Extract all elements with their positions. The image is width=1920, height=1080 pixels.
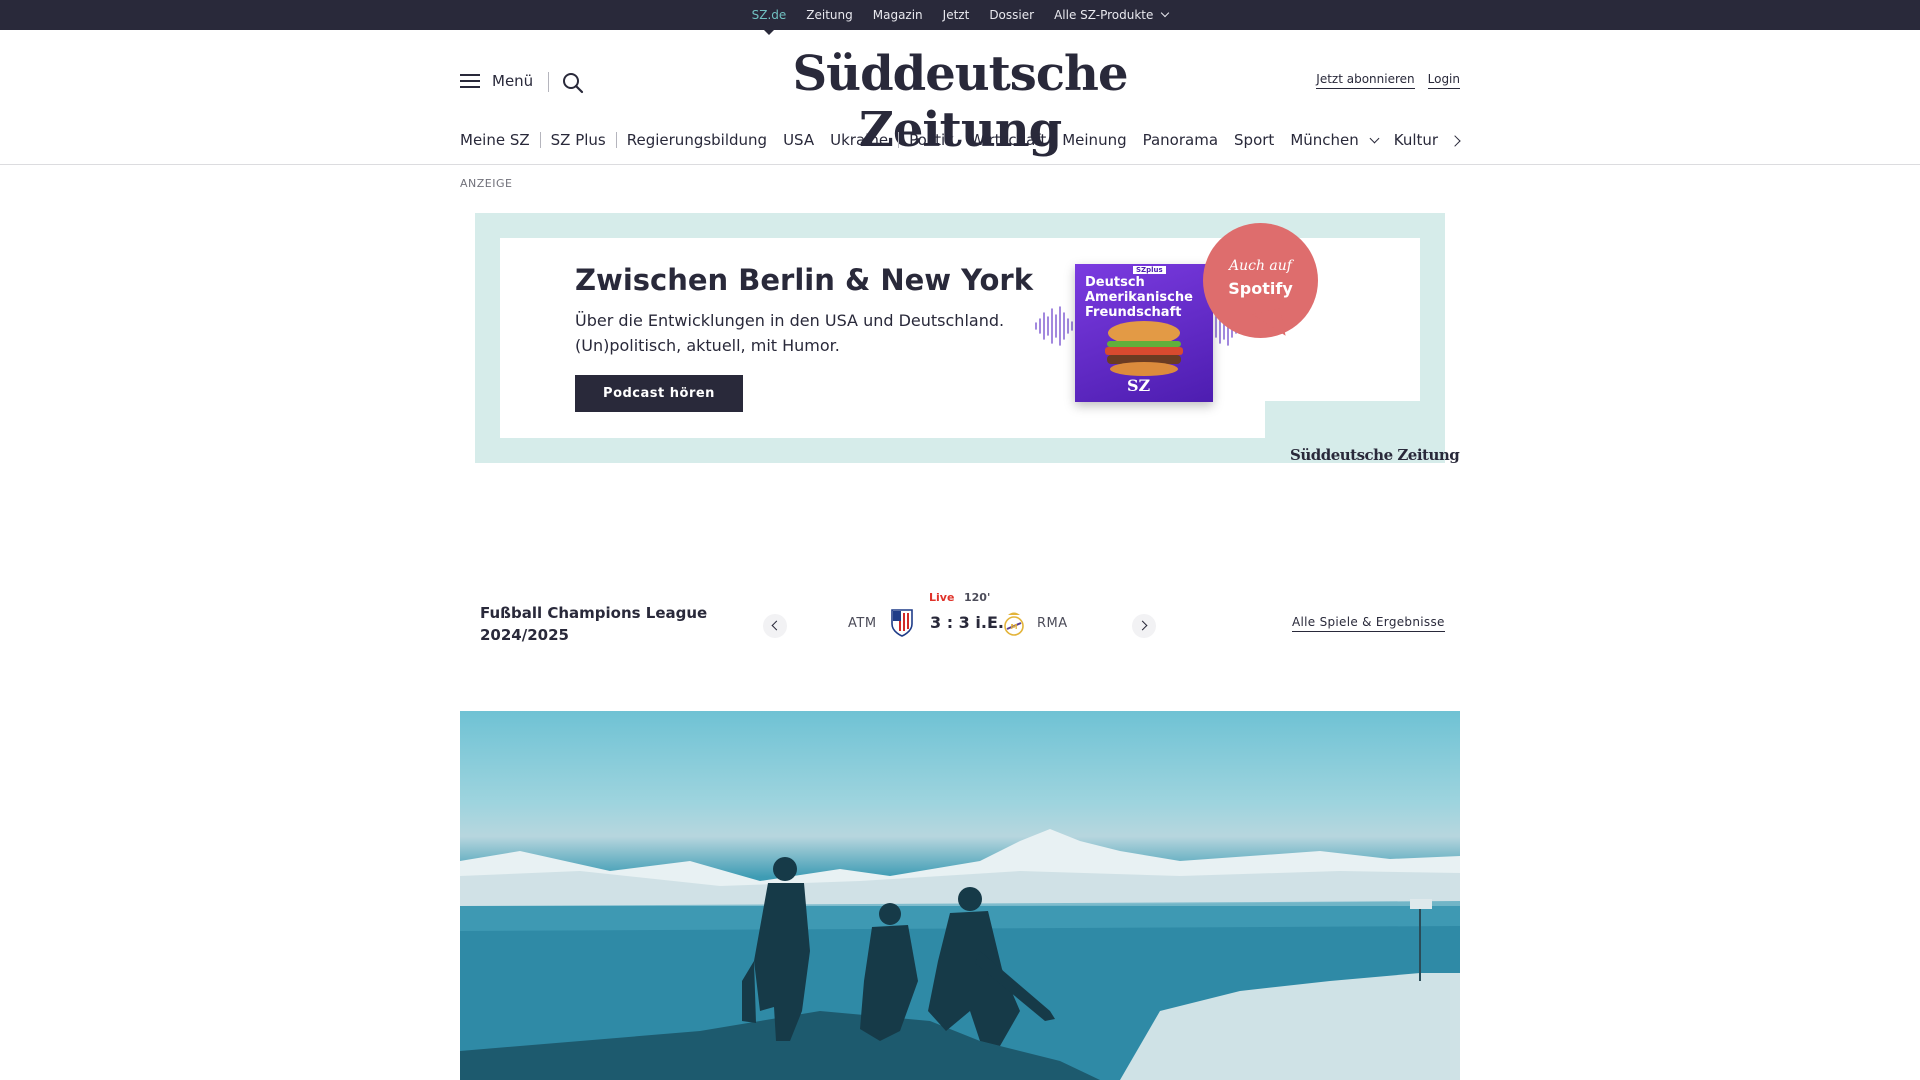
previous-match-button[interactable]	[763, 614, 787, 638]
cover-badge: SZplus	[1133, 266, 1166, 274]
nav-item-label: München	[1290, 131, 1359, 149]
ad-text: Über die Entwicklungen in den USA und De…	[575, 311, 1005, 355]
nav-item-usa[interactable]: USA	[783, 131, 814, 149]
topbar-item-jetzt[interactable]: Jetzt	[943, 0, 970, 30]
nav-item-kultur[interactable]: Kultur	[1394, 131, 1438, 149]
ad-content: Zwischen Berlin & New York Über die Entw…	[500, 223, 1460, 464]
soldiers-landscape-image	[460, 829, 1460, 1080]
league-title: Fußball Champions League 2024/2025	[480, 604, 708, 644]
topbar-item-label: Zeitung	[806, 8, 853, 22]
match-minute: 120'	[964, 591, 991, 604]
topbar-item-label: Alle SZ-Produkte	[1054, 8, 1154, 22]
nav-item-sport[interactable]: Sport	[1234, 131, 1274, 149]
nav-item-muenchen[interactable]: München	[1290, 131, 1380, 149]
chevron-down-icon	[1369, 133, 1380, 143]
nav-item-regierungsbildung[interactable]: Regierungsbildung	[627, 131, 767, 149]
site-header: Menü Süddeutsche Zeitung Jetzt abonniere…	[0, 30, 1920, 165]
nav-item-meinung[interactable]: Meinung	[1062, 131, 1126, 149]
section-nav: Meine SZ SZ Plus Regierungsbildung USA U…	[460, 129, 1438, 151]
burger-icon	[1105, 321, 1183, 376]
nav-item-panorama[interactable]: Panorama	[1143, 131, 1218, 149]
podcast-ad-banner[interactable]: Zwischen Berlin & New York Über die Entw…	[475, 213, 1460, 464]
away-team: RMA	[1037, 616, 1068, 631]
ad-label: ANZEIGE	[460, 177, 513, 190]
topbar-item-alle-sz-produkte[interactable]: Alle SZ-Produkte	[1054, 0, 1170, 30]
nav-divider	[898, 132, 900, 148]
hero-image[interactable]	[460, 711, 1460, 1080]
topbar-item-label: Magazin	[872, 8, 923, 22]
nav-divider	[615, 132, 617, 148]
spotify-badge-line2: Spotify	[1228, 279, 1293, 298]
menu-button[interactable]: Menü	[460, 72, 533, 90]
login-link[interactable]: Login	[1427, 72, 1460, 89]
nav-item-meine-sz[interactable]: Meine SZ	[460, 131, 530, 149]
nav-scroll-right-button[interactable]	[1450, 134, 1462, 148]
topbar-item-label: Dossier	[989, 8, 1035, 22]
hamburger-icon	[460, 74, 480, 88]
cover-logo: SZ	[1127, 376, 1151, 395]
topbar-item-label: SZ.de	[751, 8, 787, 22]
account-links: Jetzt abonnieren Login	[1316, 72, 1460, 89]
search-icon	[563, 73, 584, 94]
ad-corner	[1265, 401, 1445, 438]
nav-item-ukraine[interactable]: Ukraine	[830, 131, 888, 149]
match-result: 3 : 3 i.E.	[930, 613, 1004, 632]
topbar-item-sz-de[interactable]: SZ.de	[752, 0, 787, 30]
cover-title: Deutsch Amerikanische Freundschaft	[1085, 275, 1193, 320]
search-button[interactable]	[561, 71, 585, 95]
nav-item-politik[interactable]: Politik	[909, 131, 954, 149]
atletico-crest-icon	[891, 609, 913, 637]
menu-label: Menü	[492, 72, 534, 90]
top-bar: SZ.de Zeitung Magazin Jetzt Dossier Alle…	[0, 0, 1920, 30]
topbar-item-dossier[interactable]: Dossier	[989, 0, 1034, 30]
chevron-down-icon	[1161, 8, 1170, 18]
real-madrid-crest-icon: M	[1004, 612, 1024, 636]
nav-item-sz-plus[interactable]: SZ Plus	[551, 131, 606, 149]
topbar-item-label: Jetzt	[942, 8, 970, 22]
subscribe-link[interactable]: Jetzt abonnieren	[1316, 72, 1415, 89]
podcast-listen-button[interactable]: Podcast hören	[575, 375, 743, 412]
score-ticker: Fußball Champions League 2024/2025 Live …	[460, 585, 1460, 665]
header-divider	[548, 72, 549, 92]
nav-divider	[539, 132, 541, 148]
nav-item-wirtschaft[interactable]: Wirtschaft	[970, 131, 1046, 149]
home-team: ATM	[848, 616, 877, 631]
ad-brand-logo: Süddeutsche Zeitung	[1290, 446, 1460, 464]
topbar-item-zeitung[interactable]: Zeitung	[806, 0, 852, 30]
podcast-cover: SZplus Deutsch Amerikanische Freundschaf…	[1075, 264, 1213, 402]
svg-text:M: M	[1011, 623, 1018, 631]
next-match-button[interactable]	[1132, 614, 1156, 638]
spotify-badge-line1: Auch auf	[1229, 258, 1292, 274]
all-games-link[interactable]: Alle Spiele & Ergebnisse	[1292, 615, 1445, 632]
ad-title: Zwischen Berlin & New York	[575, 263, 1034, 297]
live-badge: Live	[929, 591, 955, 604]
spotify-badge: Auch auf Spotify	[1203, 223, 1318, 338]
topbar-item-magazin[interactable]: Magazin	[873, 0, 923, 30]
